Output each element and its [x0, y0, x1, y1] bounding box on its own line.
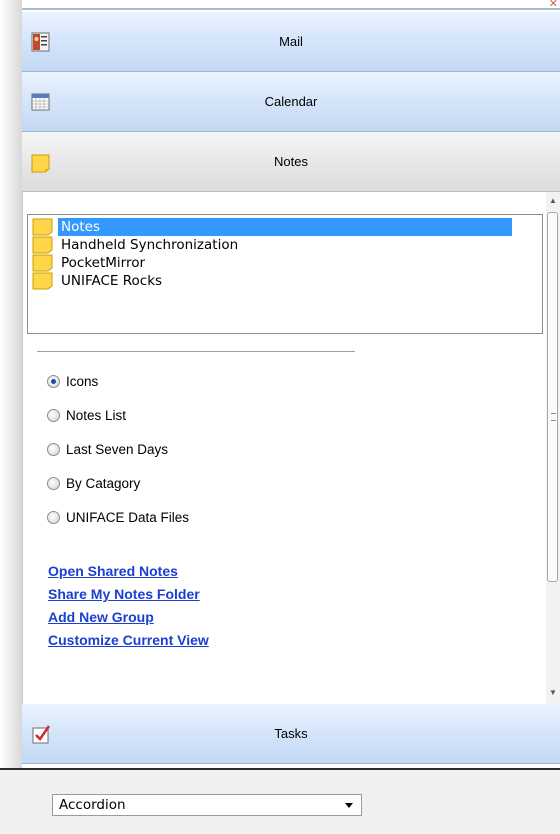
note-icon: [32, 272, 53, 290]
share-my-notes-folder-link[interactable]: Share My Notes Folder: [48, 586, 200, 602]
note-icon: [32, 236, 53, 254]
close-corner-icon[interactable]: ✕: [549, 0, 558, 10]
list-item-label: Notes: [58, 218, 512, 236]
scrollbar-thumb[interactable]: [547, 212, 558, 582]
scroll-down-arrow-icon[interactable]: ▼: [549, 688, 557, 697]
radio-unchecked-icon[interactable]: [47, 510, 60, 524]
view-radio-label: By Catagory: [66, 475, 141, 491]
list-item[interactable]: Handheld Synchronization: [32, 236, 241, 254]
mail-header-label: Mail: [279, 34, 303, 49]
customize-current-view-link[interactable]: Customize Current View: [48, 632, 209, 648]
style-combobox-value: Accordion: [59, 797, 126, 813]
view-radio-label: Icons: [66, 373, 99, 389]
left-gradient-strip: [0, 0, 22, 834]
calendar-header-label: Calendar: [264, 94, 318, 109]
top-edge: ✕: [22, 0, 560, 12]
note-icon: [32, 218, 53, 236]
view-radio-icons[interactable]: Icons: [47, 371, 98, 391]
list-item[interactable]: UNIFACE Rocks: [32, 272, 165, 290]
chevron-down-icon[interactable]: [345, 803, 353, 808]
style-combobox[interactable]: Accordion: [52, 794, 362, 816]
add-new-group-link[interactable]: Add New Group: [48, 609, 154, 625]
scroll-up-arrow-icon[interactable]: ▲: [549, 196, 557, 205]
open-shared-notes-link[interactable]: Open Shared Notes: [48, 563, 178, 579]
notes-folder-list[interactable]: Notes Handheld Synchronization PocketMir…: [27, 214, 543, 334]
view-radio-last-seven-days[interactable]: Last Seven Days: [47, 439, 168, 459]
radio-unchecked-icon[interactable]: [47, 476, 60, 490]
calendar-header[interactable]: Calendar: [22, 72, 560, 132]
style-selector-bar: Accordion: [0, 768, 560, 834]
list-item[interactable]: PocketMirror: [32, 254, 148, 272]
radio-checked-icon[interactable]: [47, 374, 60, 388]
view-radio-by-category[interactable]: By Catagory: [47, 473, 140, 493]
view-radio-notes-list[interactable]: Notes List: [47, 405, 126, 425]
scroll-grip-icon: [551, 413, 556, 421]
vertical-scrollbar[interactable]: ▲ ▼: [546, 192, 560, 704]
mail-header[interactable]: Mail: [22, 12, 560, 72]
notes-header[interactable]: Notes: [22, 132, 560, 192]
radio-unchecked-icon[interactable]: [47, 408, 60, 422]
list-item-label: PocketMirror: [61, 255, 146, 271]
note-icon: [32, 254, 53, 272]
view-radio-label: Notes List: [66, 407, 127, 423]
list-item[interactable]: Notes: [32, 218, 512, 236]
view-radio-label: Last Seven Days: [66, 441, 169, 457]
notes-header-label: Notes: [274, 154, 308, 169]
divider: [37, 351, 355, 352]
radio-unchecked-icon[interactable]: [47, 442, 60, 456]
view-radio-label: UNIFACE Data Files: [66, 509, 190, 525]
list-item-label: Handheld Synchronization: [61, 237, 239, 253]
tasks-header-label: Tasks: [274, 726, 308, 741]
tasks-header[interactable]: Tasks: [22, 704, 560, 764]
notes-pane: Notes Handheld Synchronization PocketMir…: [22, 192, 560, 704]
list-item-label: UNIFACE Rocks: [61, 273, 163, 289]
view-radio-uniface-data-files[interactable]: UNIFACE Data Files: [47, 507, 189, 527]
